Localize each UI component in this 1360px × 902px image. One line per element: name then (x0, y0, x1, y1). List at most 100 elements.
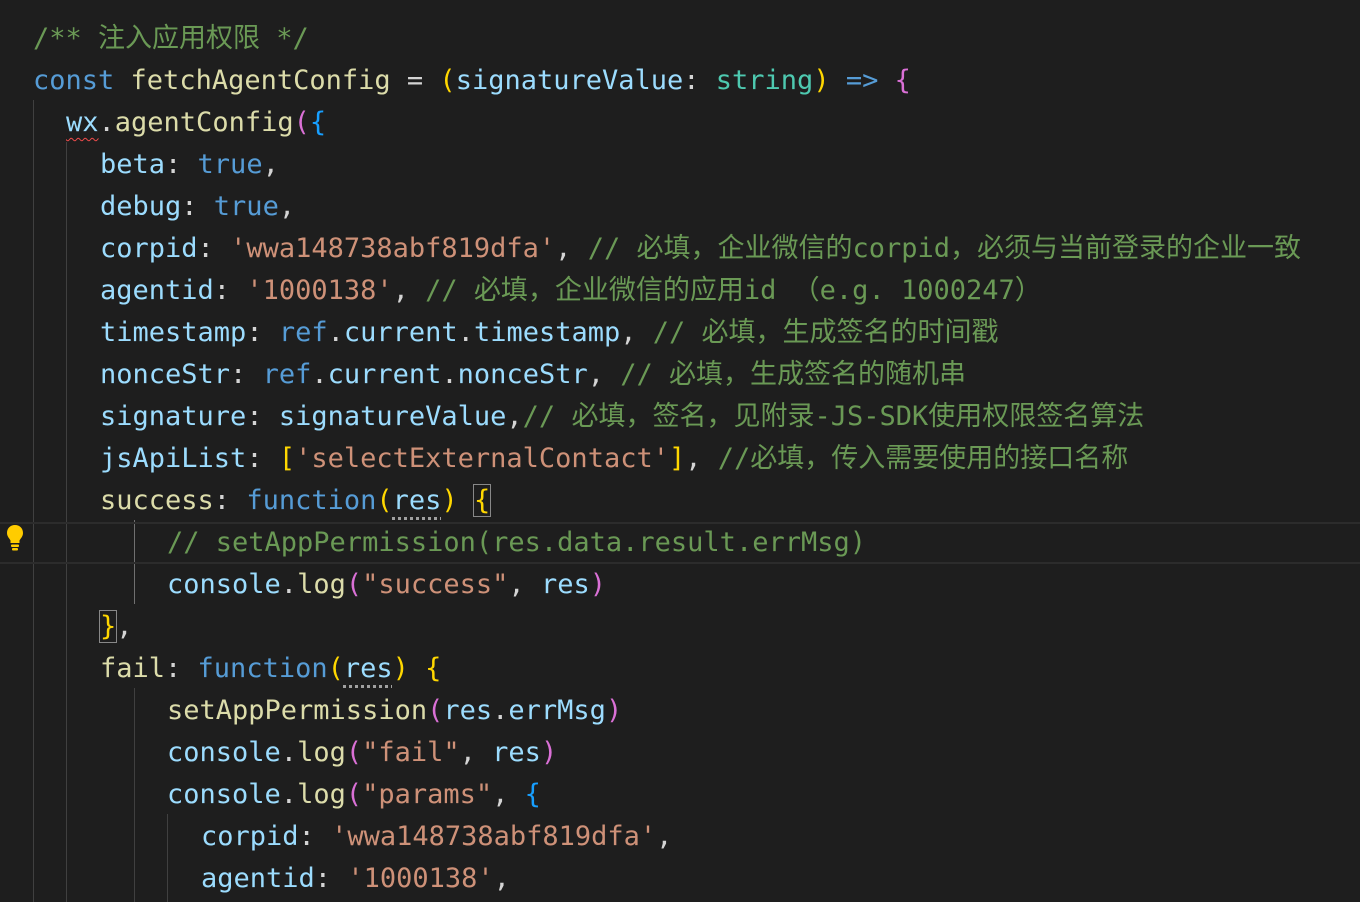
code-line-8[interactable]: timestamp: ref.current.timestamp, // 必填，… (0, 312, 1360, 354)
code-token: ( (439, 65, 456, 96)
code-token: : (314, 863, 348, 894)
code-content: timestamp: ref.current.timestamp, // 必填，… (100, 312, 999, 354)
code-line-18[interactable]: console.log("fail", res) (0, 732, 1360, 774)
code-token: '1000138' (246, 275, 393, 306)
code-token: ( (345, 569, 363, 600)
code-token: ) (589, 569, 606, 600)
code-content: signature: signatureValue,// 必填，签名，见附录-J… (100, 396, 1144, 438)
code-token: timestamp (100, 317, 247, 348)
code-token: "params" (362, 779, 493, 810)
code-token: . (280, 569, 298, 600)
code-line-21[interactable]: agentid: '1000138', (0, 858, 1360, 900)
code-content: corpid: 'wwa148738abf819dfa', // 必填，企业微信… (100, 228, 1301, 270)
code-line-2[interactable]: const fetchAgentConfig = (signatureValue… (0, 60, 1360, 102)
code-line-17[interactable]: setAppPermission(res.errMsg) (0, 690, 1360, 732)
code-line-15[interactable]: }, (0, 606, 1360, 648)
code-token: nonceStr (100, 359, 231, 390)
code-token: errMsg (508, 695, 606, 726)
code-content: setAppPermission(res.errMsg) (167, 690, 622, 732)
code-token: 'selectExternalContact' (295, 443, 669, 474)
code-line-12[interactable]: success: function(res) { (0, 480, 1360, 522)
code-token: : (298, 821, 332, 852)
code-content: fail: function(res) { (100, 648, 441, 690)
code-token: "fail" (362, 737, 460, 768)
code-token: current (343, 317, 458, 348)
code-token: , (656, 821, 673, 852)
code-line-13-current[interactable]: // setAppPermission(res.data.result.errM… (0, 522, 1360, 564)
code-token: . (492, 695, 509, 726)
code-token: ( (327, 653, 344, 684)
code-token: success (100, 485, 214, 516)
code-token: string (715, 65, 814, 96)
code-token: signatureValue (455, 65, 684, 96)
code-line-10[interactable]: signature: signatureValue,// 必填，签名，见附录-J… (0, 396, 1360, 438)
code-content: debug: true, (100, 186, 295, 228)
code-token: fetchAgentConfig (130, 65, 391, 96)
code-line-7[interactable]: agentid: '1000138', // 必填，企业微信的应用id （e.g… (0, 270, 1360, 312)
code-token: , (506, 401, 523, 432)
code-token: // 必填，生成签名的随机串 (620, 359, 966, 390)
code-token: nonceStr (457, 359, 588, 390)
code-token: { (524, 779, 541, 810)
code-token: = (390, 65, 440, 96)
code-token: ) (441, 485, 458, 516)
code-token: , (587, 359, 621, 390)
code-token: . (311, 359, 328, 390)
code-token: fail (100, 653, 166, 684)
code-token: //必填，传入需要使用的接口名称 (717, 443, 1129, 474)
code-token: log (297, 737, 346, 768)
code-token: beta (100, 149, 166, 180)
code-content: /** 注入应用权限 */ (33, 18, 309, 60)
code-content: wx.agentConfig({ (66, 102, 326, 144)
code-line-19[interactable]: console.log("params", { (0, 774, 1360, 816)
code-line-4[interactable]: beta: true, (0, 144, 1360, 186)
code-token: ref (262, 359, 312, 390)
code-token: ( (376, 485, 393, 516)
code-token: // setAppPermission(res.data.result.errM… (167, 527, 866, 558)
code-token: : (246, 401, 279, 432)
code-token: : (246, 443, 279, 474)
code-token: ] (668, 443, 686, 474)
code-token: /** 注入应用权限 */ (33, 23, 309, 54)
code-line-11[interactable]: jsApiList: ['selectExternalContact'], //… (0, 438, 1360, 480)
code-token: , (392, 275, 426, 306)
code-token: corpid (201, 821, 299, 852)
code-line-16[interactable]: fail: function(res) { (0, 648, 1360, 690)
code-content: console.log("success", res) (167, 564, 606, 606)
code-token: // 必填，企业微信的corpid，必须与当前登录的企业一致 (587, 233, 1301, 264)
lightbulb-icon[interactable] (6, 524, 24, 552)
code-token: , (555, 233, 588, 264)
code-line-1[interactable]: /** 注入应用权限 */ (0, 18, 1360, 60)
code-line-5[interactable]: debug: true, (0, 186, 1360, 228)
code-token: const (33, 65, 131, 96)
code-token: res (443, 695, 493, 726)
code-token: { (472, 484, 492, 517)
code-token: . (98, 107, 115, 138)
code-token: . (457, 317, 474, 348)
code-content: console.log("params", { (167, 774, 541, 816)
code-token: 'wwa148738abf819dfa' (230, 233, 556, 264)
code-content: console.log("fail", res) (167, 732, 557, 774)
code-token: // 必填，企业微信的应用id （e.g. 1000247） (425, 275, 1042, 306)
code-token: : (181, 191, 214, 222)
code-token: true (197, 149, 263, 180)
code-editor[interactable]: /** 注入应用权限 */ const fetchAgentConfig = (… (0, 0, 1360, 902)
code-line-20[interactable]: corpid: 'wwa148738abf819dfa', (0, 816, 1360, 858)
code-token: . (327, 317, 344, 348)
code-token: ( (293, 107, 310, 138)
code-token: current (327, 359, 442, 390)
code-token: : (165, 149, 198, 180)
code-line-14[interactable]: console.log("success", res) (0, 564, 1360, 606)
code-content: jsApiList: ['selectExternalContact'], //… (100, 438, 1128, 480)
code-token: : (213, 275, 247, 306)
code-token: , (116, 611, 133, 642)
code-line-6[interactable]: corpid: 'wwa148738abf819dfa', // 必填，企业微信… (0, 228, 1360, 270)
code-content: const fetchAgentConfig = (signatureValue… (33, 60, 911, 102)
code-token: // 必填，生成签名的时间戳 (652, 317, 999, 348)
code-token: : (197, 233, 231, 264)
code-token: timestamp (473, 317, 621, 348)
code-line-9[interactable]: nonceStr: ref.current.nonceStr, // 必填，生成… (0, 354, 1360, 396)
code-line-3[interactable]: wx.agentConfig({ (0, 102, 1360, 144)
code-token: : (683, 65, 716, 96)
